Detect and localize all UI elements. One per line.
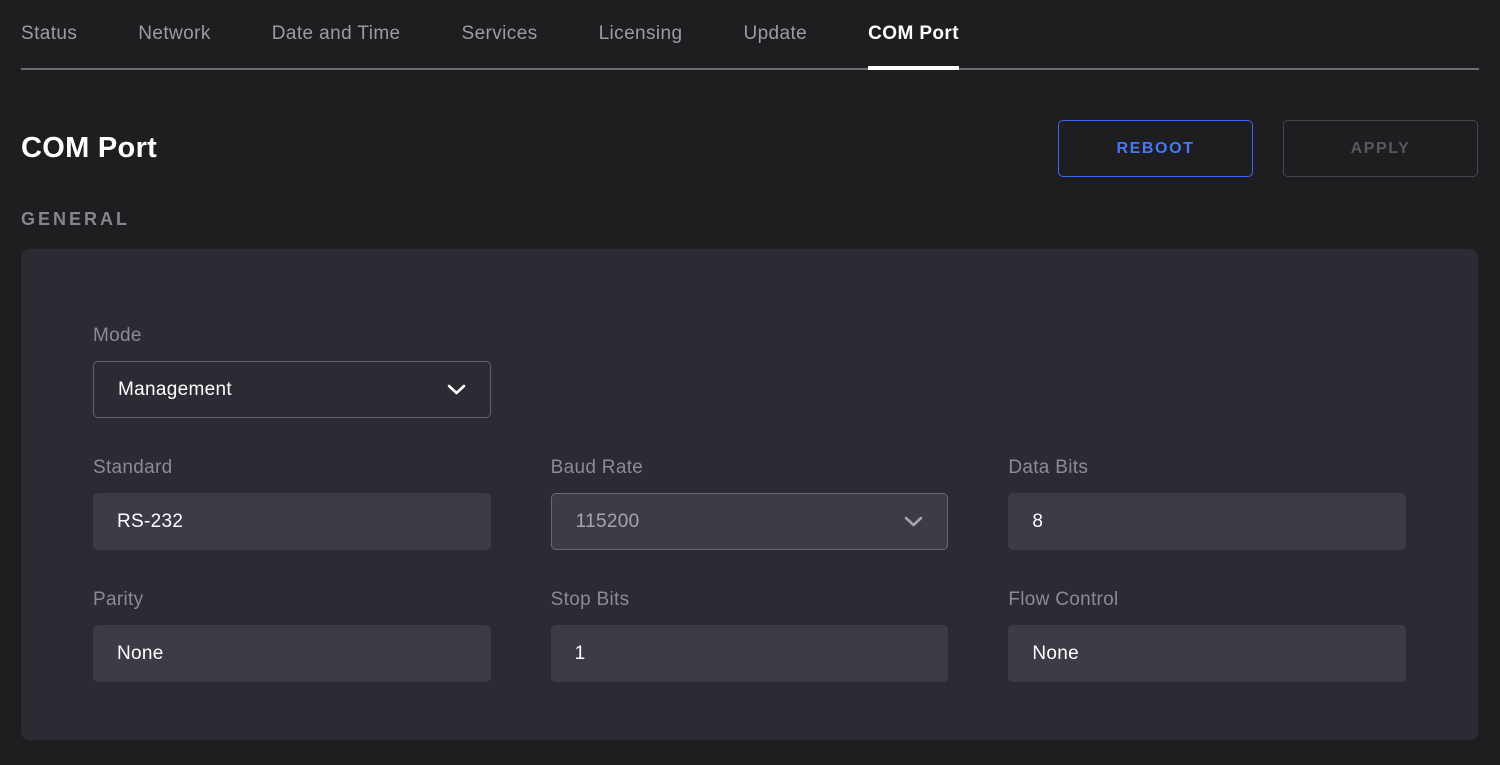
standard-field: Standard RS-232	[93, 457, 491, 550]
data-bits-label: Data Bits	[1008, 457, 1406, 479]
standard-label: Standard	[93, 457, 491, 479]
flow-control-input[interactable]: None	[1008, 625, 1406, 682]
baud-rate-select-value: 115200	[576, 511, 640, 533]
stop-bits-label: Stop Bits	[551, 589, 949, 611]
chevron-down-icon	[904, 516, 923, 527]
baud-rate-label: Baud Rate	[551, 457, 949, 479]
tab-update[interactable]: Update	[743, 0, 807, 68]
section-title-general: GENERAL	[21, 209, 1479, 230]
flow-control-label: Flow Control	[1008, 589, 1406, 611]
data-bits-input[interactable]: 8	[1008, 493, 1406, 550]
tab-date-and-time[interactable]: Date and Time	[272, 0, 401, 68]
page-title: COM Port	[21, 132, 157, 165]
flow-control-field: Flow Control None	[1008, 589, 1406, 682]
parity-field: Parity None	[93, 589, 491, 682]
mode-select[interactable]: Management	[93, 361, 491, 418]
parity-input[interactable]: None	[93, 625, 491, 682]
baud-rate-field: Baud Rate 115200	[551, 457, 949, 550]
baud-rate-select[interactable]: 115200	[551, 493, 949, 550]
stop-bits-field: Stop Bits 1	[551, 589, 949, 682]
tab-licensing[interactable]: Licensing	[599, 0, 683, 68]
parity-input-value: None	[117, 643, 164, 665]
chevron-down-icon	[447, 384, 466, 395]
reboot-button[interactable]: REBOOT	[1058, 120, 1253, 177]
parity-label: Parity	[93, 589, 491, 611]
standard-input-value: RS-232	[117, 511, 183, 533]
page-header: COM Port REBOOT APPLY	[21, 120, 1478, 177]
mode-field: Mode Management	[93, 325, 491, 418]
flow-control-input-value: None	[1032, 643, 1079, 665]
tab-status[interactable]: Status	[21, 0, 77, 68]
tab-network[interactable]: Network	[138, 0, 210, 68]
general-panel: Mode Management Standard RS-232 Baud Rat…	[21, 249, 1478, 740]
tab-com-port[interactable]: COM Port	[868, 0, 959, 68]
stop-bits-input[interactable]: 1	[551, 625, 949, 682]
standard-input[interactable]: RS-232	[93, 493, 491, 550]
stop-bits-input-value: 1	[575, 643, 586, 665]
tab-services[interactable]: Services	[462, 0, 538, 68]
com-port-form: Mode Management Standard RS-232 Baud Rat…	[93, 325, 1406, 682]
mode-label: Mode	[93, 325, 491, 347]
data-bits-field: Data Bits 8	[1008, 457, 1406, 550]
apply-button[interactable]: APPLY	[1283, 120, 1478, 177]
header-actions: REBOOT APPLY	[1058, 120, 1478, 177]
mode-select-value: Management	[118, 379, 232, 401]
data-bits-input-value: 8	[1032, 511, 1043, 533]
settings-tab-bar: Status Network Date and Time Services Li…	[21, 0, 1479, 70]
